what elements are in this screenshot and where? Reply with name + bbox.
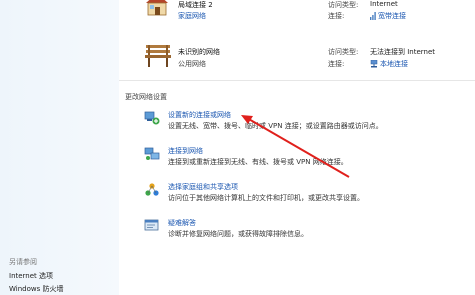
access-type-value: Internet xyxy=(370,0,398,8)
connection-value-link[interactable]: 宽带连接 xyxy=(370,11,406,21)
connection-value-link[interactable]: 本地连接 xyxy=(370,59,408,69)
homegroup-desc: 访问位于其他网络计算机上的文件和打印机，或更改共享设置。 xyxy=(168,194,364,202)
network-entry-home: 局域连接 2 家庭网络 访问类型: Internet 连接: 宽带连接 xyxy=(119,0,475,31)
connection-label: 连接: xyxy=(328,60,345,68)
homegroup-link[interactable]: 选择家庭组和共享选项 xyxy=(168,182,238,192)
signal-icon xyxy=(370,12,376,20)
connection-name: 本地连接 xyxy=(380,60,408,68)
task-homegroup: 选择家庭组和共享选项 访问位于其他网络计算机上的文件和打印机，或更改共享设置。 xyxy=(119,182,475,212)
troubleshoot-icon xyxy=(144,219,159,231)
connection-label: 连接: xyxy=(328,12,345,20)
network-name: 局域连接 2 xyxy=(178,1,213,9)
park-bench-icon xyxy=(145,45,171,67)
task-connect-network: 连接到网络 连接到或重新连接到无线、有线、拨号或 VPN 网络连接。 xyxy=(119,146,475,176)
local-network-icon xyxy=(370,60,378,68)
connect-network-link[interactable]: 连接到网络 xyxy=(168,146,203,156)
network-setup-icon xyxy=(144,111,160,125)
task-troubleshoot: 疑难解答 诊断并修复网络问题，或获得故障排除信息。 xyxy=(119,218,475,248)
homegroup-icon xyxy=(145,183,159,196)
connection-name: 宽带连接 xyxy=(378,12,406,20)
network-type-link[interactable]: 家庭网络 xyxy=(178,11,206,21)
network-name: 未识别的网络 xyxy=(178,48,220,56)
main-panel: 局域连接 2 家庭网络 访问类型: Internet 连接: 宽带连接 未识别的… xyxy=(119,0,475,295)
access-type-value: 无法连接到 Internet xyxy=(370,48,436,56)
left-sidebar: 另请参阅 Internet 选项 Windows 防火墙 xyxy=(0,0,120,295)
windows-firewall-link[interactable]: Windows 防火墙 xyxy=(9,284,63,294)
setup-connection-link[interactable]: 设置新的连接或网络 xyxy=(168,110,231,120)
internet-options-link[interactable]: Internet 选项 xyxy=(9,271,53,281)
access-type-label: 访问类型: xyxy=(328,48,359,56)
connect-network-desc: 连接到或重新连接到无线、有线、拨号或 VPN 网络连接。 xyxy=(168,158,348,166)
section-divider xyxy=(119,80,475,81)
connect-network-icon xyxy=(144,147,160,160)
network-type: 公用网络 xyxy=(178,60,206,68)
troubleshoot-link[interactable]: 疑难解答 xyxy=(168,218,196,228)
access-type-label: 访问类型: xyxy=(328,1,359,9)
change-settings-heading: 更改网络设置 xyxy=(125,93,167,101)
troubleshoot-desc: 诊断并修复网络问题，或获得故障排除信息。 xyxy=(168,230,308,238)
house-icon xyxy=(146,0,168,16)
see-also-heading: 另请参阅 xyxy=(9,258,37,266)
task-setup-connection: 设置新的连接或网络 设置无线、宽带、拨号、临时或 VPN 连接；或设置路由器或访… xyxy=(119,110,475,140)
setup-connection-desc: 设置无线、宽带、拨号、临时或 VPN 连接；或设置路由器或访问点。 xyxy=(168,122,383,130)
